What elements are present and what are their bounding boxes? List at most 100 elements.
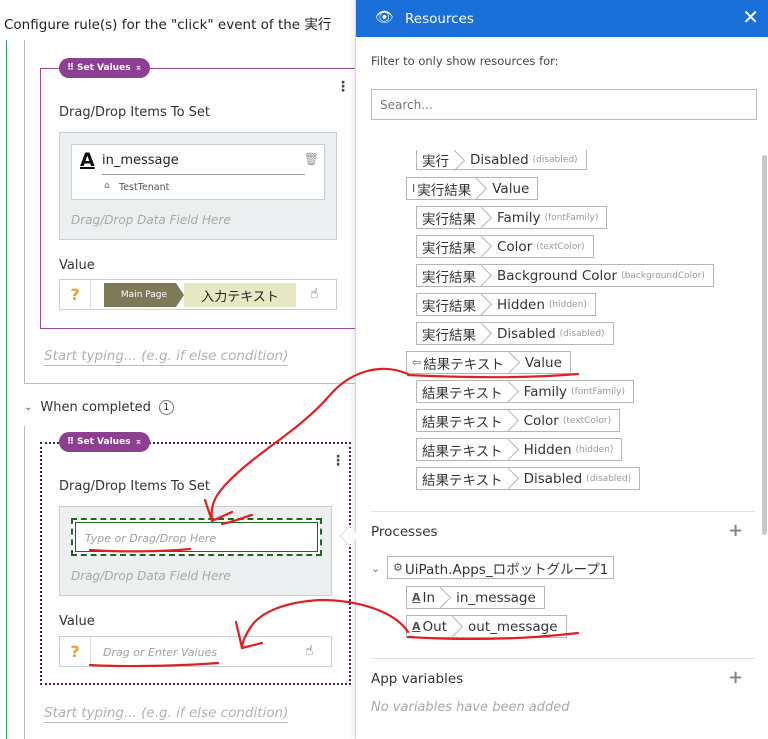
resources-panel: 👁 Resources ✕ Filter to only show resour… bbox=[355, 0, 768, 739]
value-field-2[interactable]: ? Drag or Enter Values bbox=[59, 636, 332, 667]
drag-hand-icon[interactable]: ☝ bbox=[305, 643, 314, 659]
scrollbar[interactable] bbox=[762, 155, 767, 535]
tenant-icon: ⌂ bbox=[104, 181, 110, 191]
text-variable-icon: A bbox=[80, 149, 95, 171]
tag-hint: (fontFamily) bbox=[571, 386, 625, 397]
resource-tag[interactable]: 結果テキスト Hidden (hidden) bbox=[416, 438, 623, 461]
filter-label: Filter to only show resources for: bbox=[371, 54, 559, 68]
close-icon[interactable]: ✕ bbox=[742, 5, 759, 29]
value-placeholder: Drag or Enter Values bbox=[103, 646, 218, 659]
value-label: Value bbox=[59, 614, 95, 629]
tag-chevron bbox=[508, 439, 518, 460]
tag-source: 結果テキスト bbox=[422, 414, 503, 431]
chevron-down-icon[interactable]: ⌄ bbox=[24, 402, 32, 413]
arg-name-text: in_message bbox=[456, 589, 536, 606]
count-badge: 1 bbox=[158, 400, 174, 415]
condition-input-2[interactable]: Start typing... (e.g. if else condition) bbox=[44, 705, 289, 723]
process-arg-out[interactable]: A Out out_message bbox=[406, 615, 567, 638]
crumb-field: 入力テキスト bbox=[184, 283, 296, 307]
drag-items-label: Drag/Drop Items To Set bbox=[59, 105, 211, 120]
tag-chevron bbox=[454, 150, 464, 169]
pill-label: Set Values bbox=[77, 63, 131, 73]
resource-tag[interactable]: ⇦ 結果テキスト Value bbox=[406, 351, 571, 374]
app-variables-header: App variables bbox=[371, 671, 464, 687]
when-completed-label: When completed bbox=[40, 400, 151, 415]
when-completed-toggle[interactable]: ⌄ When completed 1 bbox=[24, 400, 174, 415]
tag-chevron bbox=[508, 410, 518, 431]
question-icon[interactable]: ? bbox=[60, 637, 91, 666]
condition-input-1[interactable]: Start typing... (e.g. if else condition) bbox=[44, 348, 289, 366]
text-variable-icon: A bbox=[412, 591, 421, 604]
collapse-icon[interactable]: ⌅ bbox=[135, 63, 143, 73]
eye-icon: 👁 bbox=[375, 8, 395, 26]
tag-prop-name: Color bbox=[523, 412, 559, 429]
tag-prop: Hidden (hidden) bbox=[491, 294, 595, 315]
set-values-pill-1[interactable]: ⠿ Set Values ⌅ bbox=[59, 58, 151, 78]
tag-source: 結果テキスト bbox=[422, 443, 503, 460]
no-variables-text: No variables have been added bbox=[371, 700, 570, 715]
resource-tag[interactable]: 結果テキスト Color (textColor) bbox=[416, 409, 621, 432]
target-field[interactable]: Type or Drag/Drop Here bbox=[71, 518, 322, 556]
tag-chevron bbox=[452, 616, 462, 637]
tag-hint: (fontFamily) bbox=[544, 212, 599, 223]
tag-hint: (hidden) bbox=[548, 299, 587, 310]
add-variable-icon[interactable]: + bbox=[728, 667, 743, 688]
tag-prop: Value bbox=[519, 352, 570, 373]
resource-tag[interactable]: 実行結果 Background Color (backgroundColor) bbox=[416, 264, 714, 287]
tag-prop-name: Value bbox=[492, 180, 530, 197]
rule-editor-screen: Configure rule(s) for the "click" event … bbox=[0, 0, 768, 739]
process-tag[interactable]: ⚙ UiPath.Apps_ロボットグループ1 bbox=[387, 556, 615, 579]
tag-prop-name: Family bbox=[497, 209, 541, 226]
tag-chevron bbox=[508, 468, 518, 489]
pill-label: Set Values bbox=[77, 437, 131, 447]
robot-icon: ⚙ bbox=[393, 561, 403, 574]
process-arg-in[interactable]: A In in_message bbox=[406, 586, 545, 609]
value-label: Value bbox=[59, 258, 95, 273]
set-values-pill-2[interactable]: ⠿ Set Values ⌅ bbox=[59, 432, 151, 452]
add-process-icon[interactable]: + bbox=[728, 520, 743, 541]
set-item-in-message[interactable]: A in_message 🗑 ⌂ TestTenant bbox=[71, 144, 325, 200]
branch-line bbox=[6, 40, 7, 739]
resource-tag[interactable]: 結果テキスト Disabled (disabled) bbox=[416, 467, 641, 490]
drag-hand-icon[interactable]: ☝ bbox=[310, 286, 319, 302]
tag-prop-name: Color bbox=[497, 238, 533, 255]
more-options-icon[interactable]: ⋮ bbox=[336, 80, 350, 94]
search-input[interactable] bbox=[371, 89, 757, 120]
resource-tag[interactable]: 実行結果 Color (textColor) bbox=[416, 235, 594, 258]
tag-prop-name: Hidden bbox=[523, 441, 572, 458]
tag-chevron bbox=[481, 294, 491, 315]
tag-hint: (disabled) bbox=[532, 154, 578, 165]
resource-tag[interactable]: 実行結果 Family (fontFamily) bbox=[416, 206, 608, 229]
chevron-down-icon[interactable]: ⌄ bbox=[371, 562, 380, 575]
collapse-icon[interactable]: ⌅ bbox=[135, 437, 143, 447]
question-icon[interactable]: ? bbox=[60, 280, 91, 309]
resource-tag[interactable]: I 実行結果 Value bbox=[406, 177, 539, 200]
tag-prop-name: Value bbox=[524, 354, 562, 371]
tag-source: 結果テキスト bbox=[422, 385, 503, 402]
tag-prop: Color (textColor) bbox=[491, 236, 593, 257]
section-divider bbox=[371, 511, 755, 512]
drag-grip-icon[interactable]: ⠿ bbox=[67, 63, 74, 73]
more-options-icon[interactable]: ⋮ bbox=[331, 454, 345, 468]
panel-title: Resources bbox=[405, 11, 474, 27]
trash-icon[interactable]: 🗑 bbox=[304, 152, 319, 166]
resource-tag[interactable]: 実行結果 Disabled (disabled) bbox=[416, 322, 614, 345]
text-variable-icon: A bbox=[412, 620, 421, 633]
tag-source: ⇦ 結果テキスト bbox=[407, 352, 509, 373]
tag-chevron bbox=[481, 207, 491, 228]
drag-grip-icon[interactable]: ⠿ bbox=[67, 437, 74, 447]
resource-tag[interactable]: 結果テキスト Family (fontFamily) bbox=[416, 380, 634, 403]
tag-source: 結果テキスト bbox=[422, 472, 503, 489]
tag-source-name: 結果テキスト bbox=[423, 356, 504, 373]
tag-chevron bbox=[481, 236, 491, 257]
resource-tag[interactable]: 実行 Disabled (disabled) bbox=[416, 150, 587, 170]
arg-name: in_message bbox=[450, 587, 544, 608]
tag-hint: (textColor) bbox=[536, 241, 585, 252]
tenant-name: TestTenant bbox=[119, 182, 170, 193]
tag-prop-name: Disabled bbox=[497, 325, 556, 342]
tag-prop: Background Color (backgroundColor) bbox=[491, 265, 713, 286]
resource-tag[interactable]: 実行結果 Hidden (hidden) bbox=[416, 293, 596, 316]
tag-source-name: 実行結果 bbox=[417, 182, 472, 199]
tag-hint: (backgroundColor) bbox=[621, 270, 705, 281]
item-underline bbox=[102, 174, 305, 175]
